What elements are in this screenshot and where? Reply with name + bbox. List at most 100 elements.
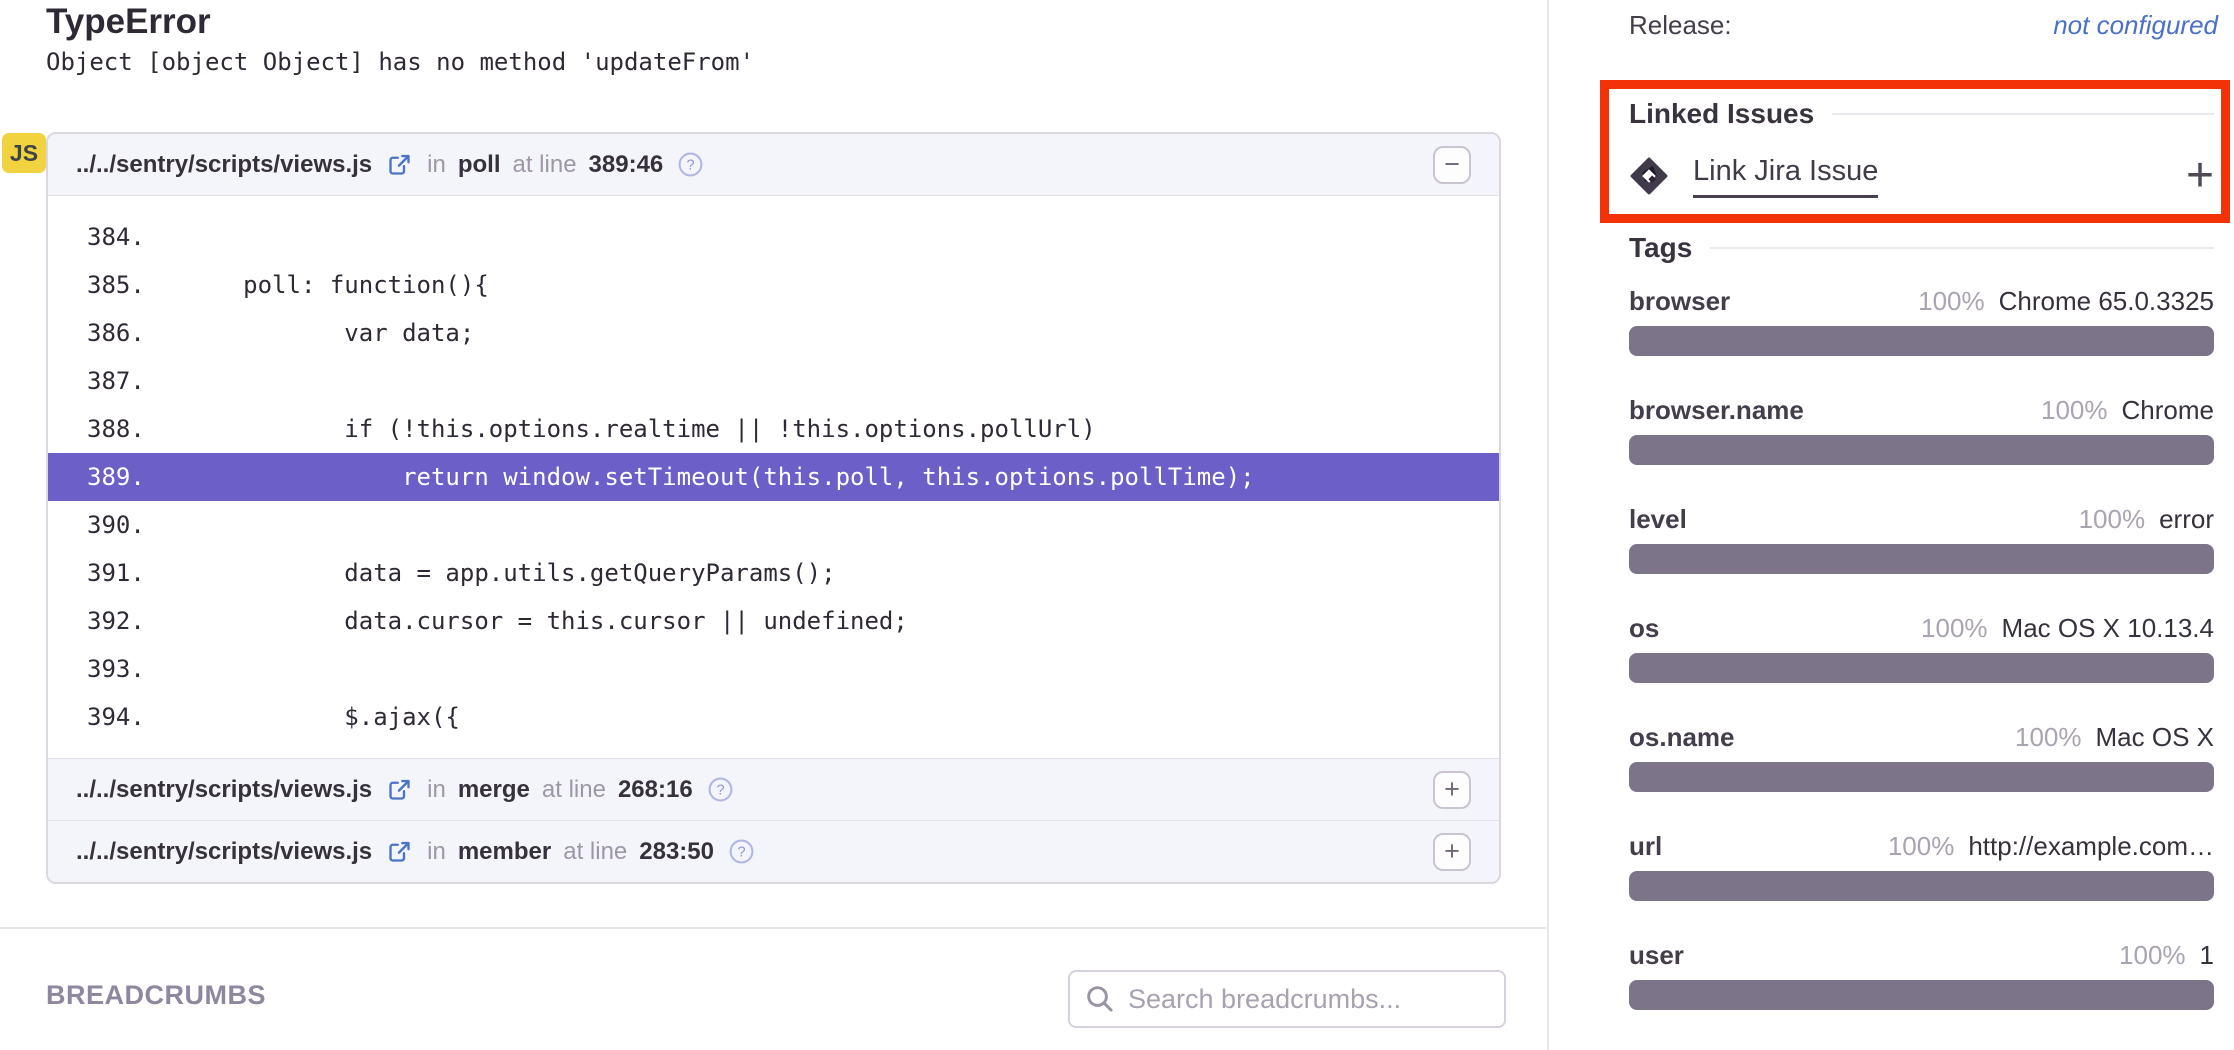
line-number-gutter: 390. xyxy=(48,501,142,549)
external-link-icon[interactable] xyxy=(386,838,413,865)
linked-issues-heading: Linked Issues xyxy=(1629,98,2214,130)
collapsed-frame[interactable]: ../../sentry/scripts/views.js in merge a… xyxy=(48,758,1499,820)
collapsed-frame[interactable]: ../../sentry/scripts/views.js in member … xyxy=(48,820,1499,882)
release-label: Release: xyxy=(1629,10,1732,41)
tag-distribution-bar[interactable] xyxy=(1629,653,2214,683)
breadcrumbs-search-input[interactable] xyxy=(1126,983,1490,1016)
tag-percent: 100% xyxy=(2015,722,2082,753)
tag-key-link[interactable]: browser.name xyxy=(1629,395,1804,426)
tag-value: Mac OS X xyxy=(2096,722,2214,753)
jira-icon xyxy=(1629,156,1669,196)
code-line: 394. $.ajax({ xyxy=(48,693,1499,741)
frame-atline-label: at line xyxy=(513,151,577,179)
help-icon[interactable]: ? xyxy=(707,776,734,803)
add-linked-issue-button[interactable]: + xyxy=(2186,152,2214,200)
frame-in-label: in xyxy=(427,838,446,866)
tag-row: url 100% http://example.com… xyxy=(1629,831,2214,940)
sidebar: Release: not configured Linked Issues Li… xyxy=(1547,0,2234,1050)
tag-percent: 100% xyxy=(1888,831,1955,862)
tag-value: http://example.com… xyxy=(1968,831,2214,862)
file-path-link[interactable]: ../../sentry/scripts/views.js xyxy=(76,838,372,866)
tag-row: level 100% error xyxy=(1629,504,2214,613)
tag-key-link[interactable]: os.name xyxy=(1629,722,1735,753)
frame-function-name: merge xyxy=(458,776,530,804)
tag-value: error xyxy=(2159,504,2214,535)
tag-distribution-bar[interactable] xyxy=(1629,871,2214,901)
collapse-frame-button[interactable]: − xyxy=(1433,146,1471,184)
platform-js-badge: JS xyxy=(2,133,46,173)
frame-function-name: member xyxy=(458,838,551,866)
tags-list: browser 100% Chrome 65.0.3325 browser.na… xyxy=(1629,286,2214,1049)
code-line: 392. data.cursor = this.cursor || undefi… xyxy=(48,597,1499,645)
tag-distribution-bar[interactable] xyxy=(1629,980,2214,1010)
help-icon[interactable]: ? xyxy=(728,838,755,865)
code-line: 385. poll: function(){ xyxy=(48,261,1499,309)
code-line: 387. xyxy=(48,357,1499,405)
heading-rule xyxy=(1832,113,2214,115)
line-number-gutter: 391. xyxy=(48,549,142,597)
tag-key-link[interactable]: level xyxy=(1629,504,1687,535)
tag-row: os.name 100% Mac OS X xyxy=(1629,722,2214,831)
active-frame-header: ../../sentry/scripts/views.js in poll at… xyxy=(48,134,1499,196)
help-icon[interactable]: ? xyxy=(677,151,704,178)
line-number-gutter: 386. xyxy=(48,309,142,357)
release-not-configured-link[interactable]: not configured xyxy=(2053,10,2218,41)
line-number-gutter: 392. xyxy=(48,597,142,645)
external-link-icon[interactable] xyxy=(386,151,413,178)
tag-key-link[interactable]: os xyxy=(1629,613,1659,644)
breadcrumbs-heading: BREADCRUMBS xyxy=(46,980,266,1011)
frame-function-name: poll xyxy=(458,151,501,179)
frame-in-label: in xyxy=(427,151,446,179)
tags-heading: Tags xyxy=(1629,232,2214,264)
frame-line-number: 283:50 xyxy=(639,838,714,866)
linked-issues-heading-label: Linked Issues xyxy=(1629,98,1814,130)
stacktrace-frame-card: ../../sentry/scripts/views.js in poll at… xyxy=(46,132,1501,884)
release-row: Release: not configured xyxy=(1629,10,2218,41)
error-message: Object [object Object] has no method 'up… xyxy=(46,48,754,76)
line-number-gutter: 393. xyxy=(48,645,142,693)
tag-distribution-bar[interactable] xyxy=(1629,544,2214,574)
tag-value: Chrome xyxy=(2122,395,2214,426)
section-divider xyxy=(0,927,1546,929)
code-line: 388. if (!this.options.realtime || !this… xyxy=(48,405,1499,453)
tag-row: user 100% 1 xyxy=(1629,940,2214,1049)
expand-frame-button[interactable]: + xyxy=(1433,771,1471,809)
expand-frame-button[interactable]: + xyxy=(1433,833,1471,871)
link-jira-row: Link Jira Issue + xyxy=(1629,148,2214,204)
frame-atline-label: at line xyxy=(563,838,627,866)
code-line: 384. xyxy=(48,213,1499,261)
tag-key-link[interactable]: url xyxy=(1629,831,1662,862)
breadcrumbs-search-box[interactable] xyxy=(1068,970,1506,1028)
svg-text:?: ? xyxy=(737,845,745,861)
code-text: if (!this.options.realtime || !this.opti… xyxy=(142,405,1096,453)
tag-percent: 100% xyxy=(1921,613,1988,644)
code-text: poll: function(){ xyxy=(142,261,489,309)
tag-key-link[interactable]: user xyxy=(1629,940,1684,971)
code-line: 393. xyxy=(48,645,1499,693)
frame-line-number: 268:16 xyxy=(618,776,693,804)
link-jira-issue-link[interactable]: Link Jira Issue xyxy=(1693,155,1878,198)
code-context: 384. 385. poll: function(){ 386. var dat… xyxy=(48,196,1499,758)
code-text: data.cursor = this.cursor || undefined; xyxy=(142,597,908,645)
code-line: 390. xyxy=(48,501,1499,549)
heading-rule xyxy=(1710,247,2214,249)
search-icon xyxy=(1084,983,1116,1015)
line-number-gutter: 387. xyxy=(48,357,142,405)
file-path-link[interactable]: ../../sentry/scripts/views.js xyxy=(76,151,372,179)
svg-text:?: ? xyxy=(687,158,695,174)
tag-row: browser 100% Chrome 65.0.3325 xyxy=(1629,286,2214,395)
code-line: 391. data = app.utils.getQueryParams(); xyxy=(48,549,1499,597)
tag-distribution-bar[interactable] xyxy=(1629,435,2214,465)
tag-distribution-bar[interactable] xyxy=(1629,326,2214,356)
file-path-link[interactable]: ../../sentry/scripts/views.js xyxy=(76,776,372,804)
tag-key-link[interactable]: browser xyxy=(1629,286,1730,317)
tag-value: 1 xyxy=(2200,940,2214,971)
tag-percent: 100% xyxy=(2119,940,2186,971)
svg-text:?: ? xyxy=(716,783,724,799)
code-text: var data; xyxy=(142,309,474,357)
external-link-icon[interactable] xyxy=(386,776,413,803)
tag-distribution-bar[interactable] xyxy=(1629,762,2214,792)
tag-percent: 100% xyxy=(2041,395,2108,426)
tag-percent: 100% xyxy=(2079,504,2146,535)
tag-row: browser.name 100% Chrome xyxy=(1629,395,2214,504)
